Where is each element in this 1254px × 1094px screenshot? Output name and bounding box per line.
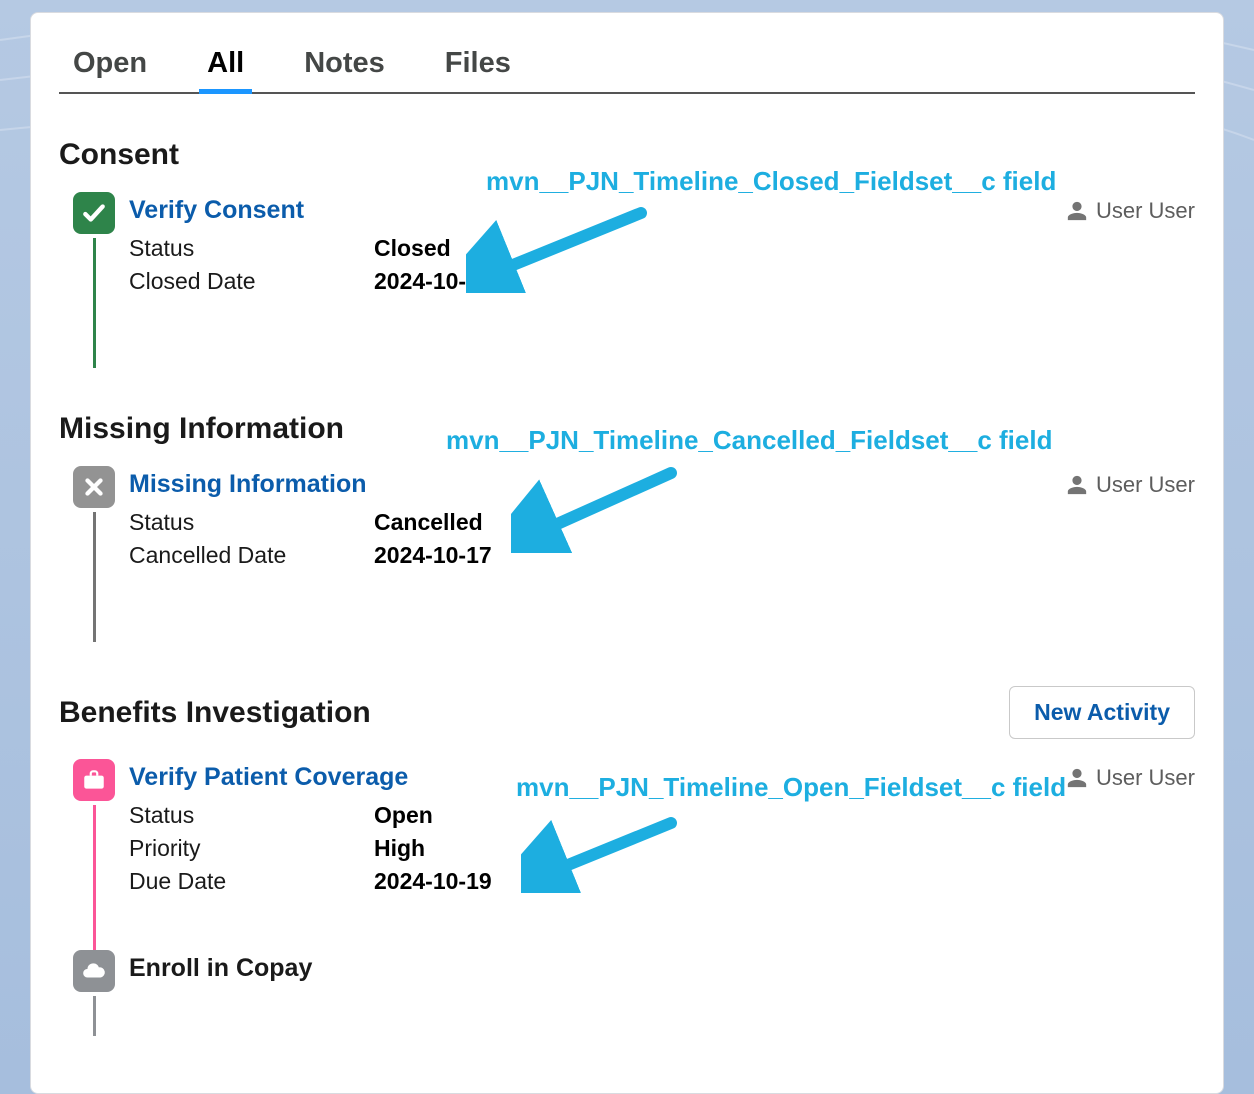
user-icon xyxy=(1066,200,1088,222)
timeline-card: Open All Notes Files Consent Verify Cons… xyxy=(30,12,1224,1094)
section-title-consent: Consent xyxy=(59,138,179,172)
field-value: 2024-10-19 xyxy=(374,868,1195,895)
fields-consent: Status Closed Closed Date 2024-10-17 xyxy=(129,235,1195,295)
timeline-rail xyxy=(93,238,96,368)
user-chip: User User xyxy=(1066,198,1195,224)
fields-benefits: Status Open Priority High Due Date 2024-… xyxy=(129,802,1195,895)
user-label: User User xyxy=(1096,765,1195,791)
field-value: Open xyxy=(374,802,1195,829)
field-value: Closed xyxy=(374,235,1195,262)
check-icon xyxy=(73,192,115,234)
field-label: Closed Date xyxy=(129,268,374,295)
item-enroll-copay: Enroll in Copay xyxy=(59,950,1195,1036)
link-missing-info[interactable]: Missing Information xyxy=(129,470,367,499)
user-icon xyxy=(1066,474,1088,496)
section-title-benefits: Benefits Investigation xyxy=(59,696,371,730)
section-title-missing: Missing Information xyxy=(59,412,344,446)
field-label: Status xyxy=(129,802,374,829)
item-verify-coverage: Verify Patient Coverage User User Status… xyxy=(59,759,1195,950)
briefcase-icon xyxy=(73,759,115,801)
tab-files[interactable]: Files xyxy=(443,41,513,92)
section-missing: Missing Information Missing Information … xyxy=(59,412,1195,642)
user-chip: User User xyxy=(1066,765,1195,791)
field-value: Cancelled xyxy=(374,509,1195,536)
field-label: Priority xyxy=(129,835,374,862)
user-icon xyxy=(1066,767,1088,789)
tab-notes[interactable]: Notes xyxy=(302,41,387,92)
item-verify-consent: Verify Consent User User Status Closed C… xyxy=(59,192,1195,368)
timeline-rail xyxy=(93,996,96,1036)
link-enroll-copay[interactable]: Enroll in Copay xyxy=(129,954,312,983)
field-label: Status xyxy=(129,509,374,536)
tab-all[interactable]: All xyxy=(205,41,246,92)
field-label: Cancelled Date xyxy=(129,542,374,569)
user-label: User User xyxy=(1096,198,1195,224)
x-icon xyxy=(73,466,115,508)
link-verify-consent[interactable]: Verify Consent xyxy=(129,196,304,225)
item-missing-info: Missing Information User User Status Can… xyxy=(59,466,1195,642)
user-label: User User xyxy=(1096,472,1195,498)
fields-missing: Status Cancelled Cancelled Date 2024-10-… xyxy=(129,509,1195,569)
new-activity-button[interactable]: New Activity xyxy=(1009,686,1195,739)
field-value: High xyxy=(374,835,1195,862)
field-label: Status xyxy=(129,235,374,262)
field-label: Due Date xyxy=(129,868,374,895)
field-value: 2024-10-17 xyxy=(374,542,1195,569)
section-consent: Consent Verify Consent User User Stat xyxy=(59,138,1195,368)
timeline-rail xyxy=(93,512,96,642)
field-value: 2024-10-17 xyxy=(374,268,1195,295)
timeline-rail xyxy=(93,805,96,950)
tab-open[interactable]: Open xyxy=(71,41,149,92)
cloud-icon xyxy=(73,950,115,992)
user-chip: User User xyxy=(1066,472,1195,498)
section-benefits: Benefits Investigation New Activity Veri… xyxy=(59,686,1195,1036)
tabs: Open All Notes Files xyxy=(59,41,1195,94)
link-verify-coverage[interactable]: Verify Patient Coverage xyxy=(129,763,408,792)
